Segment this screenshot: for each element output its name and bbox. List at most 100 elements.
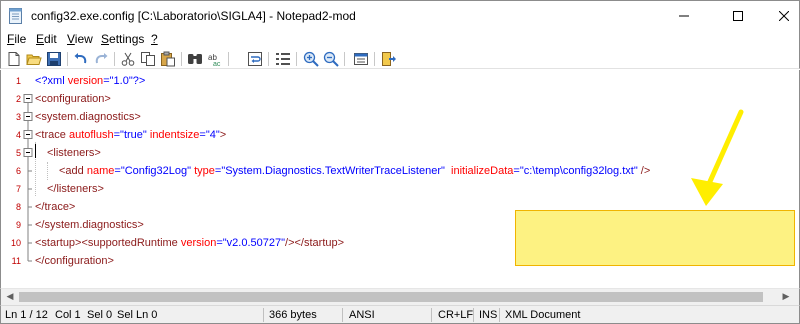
menu-edit-accel: E: [36, 32, 45, 46]
save-icon[interactable]: [46, 51, 62, 67]
status-encoding[interactable]: ANSI: [349, 309, 375, 321]
code-token: autoflush: [68, 129, 114, 141]
menu-help[interactable]: ?: [151, 32, 158, 46]
close-button[interactable]: [761, 1, 800, 30]
status-bar: Ln 1 / 12 Col 1 Sel 0 Sel Ln 0 366 bytes…: [0, 305, 800, 324]
cut-icon[interactable]: [120, 51, 136, 67]
title-bar: config32.exe.config [C:\Laboratorio\SIGL…: [0, 0, 800, 30]
new-file-icon[interactable]: [6, 51, 22, 67]
paste-icon[interactable]: [160, 51, 176, 67]
line-number: 4: [15, 130, 21, 140]
editor-area[interactable]: 1 <?xml version="1.0"?> 2 <configuration> 3 <…: [0, 70, 800, 288]
menu-edit-label: dit: [44, 32, 57, 46]
scroll-right-icon[interactable]: ▶: [779, 291, 793, 303]
line-numbers-icon[interactable]: [275, 51, 291, 67]
fold-collapse-icon[interactable]: [23, 126, 33, 144]
menu-settings[interactable]: Settings: [101, 32, 144, 46]
minimize-button[interactable]: [661, 1, 707, 30]
code-token: "1.0": [109, 75, 133, 87]
menu-file[interactable]: File: [7, 32, 26, 46]
status-separator: [263, 308, 264, 322]
redo-icon[interactable]: [93, 51, 109, 67]
code-token: name: [86, 165, 115, 177]
horizontal-scrollbar[interactable]: ◀ ▶: [0, 288, 800, 305]
code-text: <listeners>: [47, 144, 101, 162]
notepad-app-icon[interactable]: [9, 8, 22, 24]
undo-icon[interactable]: [73, 51, 89, 67]
code-text: <configuration>: [35, 90, 111, 108]
word-wrap-icon[interactable]: [247, 51, 263, 67]
line-number: 9: [15, 220, 21, 230]
line-number: 5: [15, 148, 21, 158]
code-token: "System.Diagnostics.TextWriterTraceListe…: [221, 165, 445, 177]
scheme-icon[interactable]: [353, 51, 369, 67]
code-token: "Config32Log": [120, 165, 192, 177]
line-number: 11: [11, 256, 21, 266]
exit-icon[interactable]: [381, 51, 397, 67]
code-token: </system.diagnostics>: [35, 219, 144, 231]
code-token: "4": [205, 129, 220, 141]
minimize-icon: [679, 15, 689, 16]
find-icon[interactable]: [187, 51, 203, 67]
fold-line-icon: [27, 198, 32, 216]
code-token: <startup>: [35, 237, 82, 249]
menu-help-accel: ?: [151, 32, 158, 46]
menu-edit[interactable]: Edit: [36, 32, 57, 46]
fold-line-icon: [27, 162, 32, 180]
status-insert-mode[interactable]: INS: [479, 309, 497, 321]
menu-view-accel: V: [67, 32, 75, 46]
menu-settings-accel: S: [101, 32, 110, 46]
toolbar: ab ac: [0, 49, 800, 69]
toolbar-separator: [374, 52, 375, 66]
code-token: </listeners>: [47, 183, 104, 195]
code-token: <add: [59, 165, 84, 177]
code-token: <trace: [35, 129, 66, 141]
line-number: 2: [15, 94, 21, 104]
status-line-ending[interactable]: CR+LF: [438, 309, 473, 321]
status-file-size: 366 bytes: [269, 309, 317, 321]
code-token: version: [67, 75, 104, 87]
menu-settings-label: ettings: [109, 32, 145, 46]
code-token: </trace>: [35, 201, 76, 213]
menu-bar: File Edit View Settings ?: [0, 30, 800, 49]
fold-collapse-icon[interactable]: [23, 90, 33, 108]
fold-line-icon: [27, 234, 32, 252]
zoom-in-icon[interactable]: [303, 51, 319, 67]
maximize-icon: [733, 10, 743, 21]
toolbar-separator: [296, 52, 297, 66]
text-caret: [35, 144, 36, 158]
svg-text:ac: ac: [213, 61, 221, 67]
code-token: /></startup>: [285, 237, 345, 249]
code-text: </system.diagnostics>: [35, 216, 144, 234]
code-token: <supportedRuntime: [81, 237, 178, 249]
copy-icon[interactable]: [140, 51, 156, 67]
code-line[interactable]: 1 <?xml version="1.0"?>: [1, 72, 799, 90]
maximize-button[interactable]: [715, 1, 761, 30]
code-token: indentsize: [149, 129, 200, 141]
code-token: initializeData: [451, 165, 514, 177]
code-line[interactable]: 2 <configuration>: [1, 90, 799, 108]
scroll-left-icon[interactable]: ◀: [3, 291, 17, 303]
fold-collapse-icon[interactable]: [23, 108, 33, 126]
toolbar-separator: [67, 52, 68, 66]
window-title: config32.exe.config [C:\Laboratorio\SIGL…: [31, 9, 356, 23]
code-token: />: [640, 165, 651, 177]
code-token: "true": [120, 129, 147, 141]
code-token: version: [180, 237, 217, 249]
status-separator: [473, 308, 474, 322]
code-text: <?xml version="1.0"?>: [35, 72, 145, 90]
open-folder-icon[interactable]: [26, 51, 42, 67]
scroll-thumb[interactable]: [19, 292, 763, 302]
code-text: <trace autoflush="true" indentsize="4">: [35, 126, 226, 144]
line-number: 6: [15, 166, 21, 176]
code-text: <add name="Config32Log" type="System.Dia…: [59, 162, 650, 180]
replace-icon[interactable]: abac: [207, 51, 223, 67]
menu-file-label: ile: [14, 32, 27, 46]
menu-view[interactable]: View: [67, 32, 93, 46]
code-token: <listeners>: [47, 147, 101, 159]
code-token: <system.diagnostics>: [35, 111, 141, 123]
zoom-out-icon[interactable]: [323, 51, 339, 67]
fold-collapse-icon[interactable]: [23, 144, 33, 162]
code-token: >: [219, 129, 227, 141]
status-lexer[interactable]: XML Document: [505, 309, 580, 321]
